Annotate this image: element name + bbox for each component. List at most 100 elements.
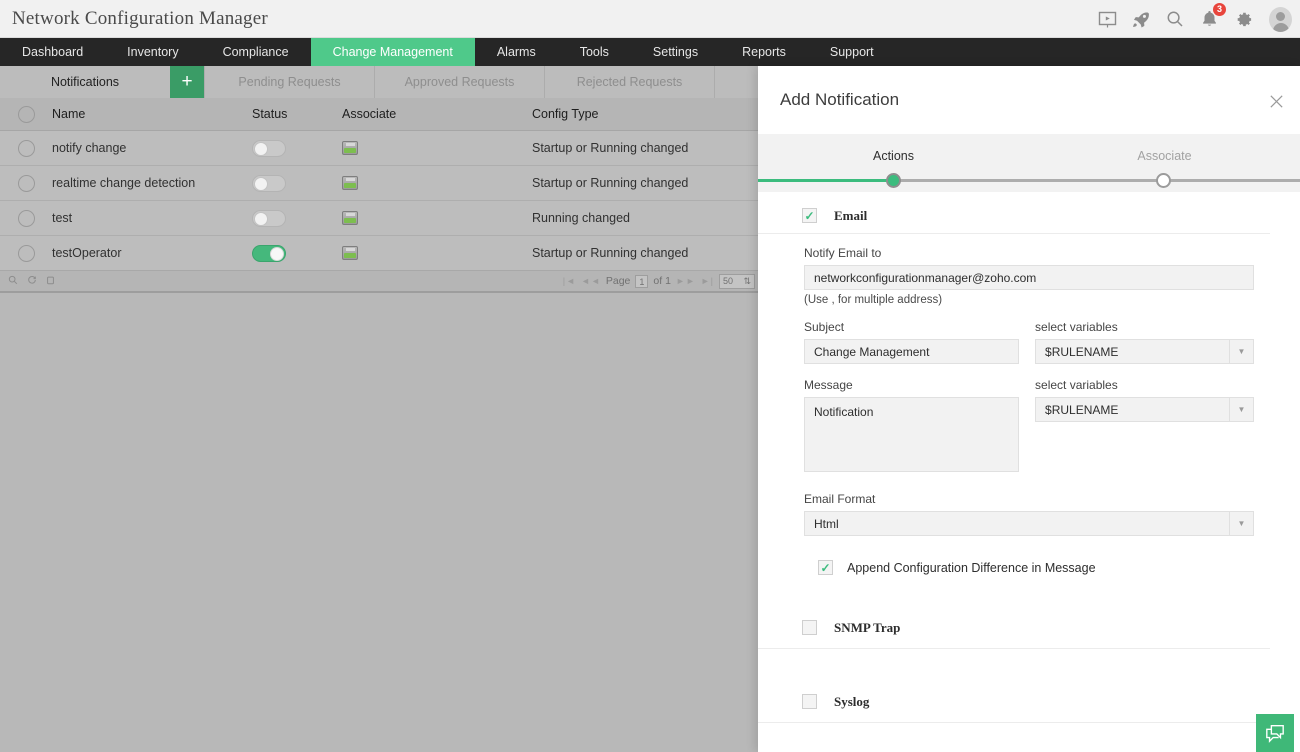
step-label-associate[interactable]: Associate [1029, 149, 1300, 163]
modal-body: ✓ Email Notify Email to networkconfigura… [758, 192, 1300, 752]
row-select-radio[interactable] [17, 139, 35, 157]
page-title: Network Configuration Manager [12, 7, 268, 29]
cell-associate [342, 246, 532, 260]
pagination-tools [8, 275, 55, 288]
syslog-checkbox[interactable]: ✓ [802, 694, 817, 709]
notification-badge: 3 [1213, 3, 1226, 16]
email-checkbox[interactable]: ✓ [802, 208, 817, 223]
snmp-section-header: ✓ SNMP Trap [758, 607, 1270, 649]
nav-item-support[interactable]: Support [808, 38, 896, 66]
message-row: Message Notification select variables $R… [804, 378, 1254, 472]
message-variables-group: select variables $RULENAME ▼ [1035, 378, 1254, 472]
pagination-next-button[interactable]: ►► [676, 276, 696, 286]
step-label-actions[interactable]: Actions [758, 149, 1029, 163]
cell-associate [342, 141, 532, 155]
nav-item-inventory[interactable]: Inventory [105, 38, 200, 66]
column-header-config-type[interactable]: Config Type [532, 107, 787, 121]
column-header-status[interactable]: Status [252, 107, 342, 121]
rocket-icon[interactable] [1131, 9, 1151, 29]
message-group: Message Notification [804, 378, 1020, 472]
pagination-of-label: of 1 [653, 275, 671, 287]
chevron-down-icon: ▼ [1229, 398, 1253, 421]
pagination-controls: |◄ ◄◄ Page 1 of 1 ►► ►| 50 ⇅ [563, 273, 755, 289]
close-icon[interactable] [1265, 90, 1287, 112]
app-header: Network Configuration Manager 3 [0, 0, 1300, 38]
modal-title: Add Notification [780, 90, 900, 109]
check-icon: ✓ [820, 560, 831, 575]
bell-icon[interactable]: 3 [1199, 3, 1226, 29]
row-select-radio[interactable] [17, 174, 35, 192]
device-icon[interactable] [342, 211, 358, 225]
toggle-knob [254, 141, 268, 156]
nav-item-compliance[interactable]: Compliance [201, 38, 311, 66]
add-tab-button[interactable]: + [170, 66, 205, 98]
tab-rejected-requests[interactable]: Rejected Requests [545, 66, 715, 98]
nav-item-dashboard[interactable]: Dashboard [0, 38, 105, 66]
notify-email-input[interactable]: networkconfigurationmanager@zoho.com [804, 265, 1254, 290]
tab-approved-requests[interactable]: Approved Requests [375, 66, 545, 98]
column-header-associate[interactable]: Associate [342, 107, 532, 121]
table-refresh-icon[interactable] [27, 275, 37, 288]
notify-email-label: Notify Email to [804, 246, 882, 260]
nav-item-reports[interactable]: Reports [720, 38, 808, 66]
row-select-radio[interactable] [17, 244, 35, 262]
modal-header: Add Notification [758, 66, 1300, 134]
pagination-page-label: Page [605, 275, 631, 287]
step-dot-associate[interactable] [1156, 173, 1171, 188]
row-select-radio[interactable] [17, 209, 35, 227]
chat-support-button[interactable] [1256, 714, 1294, 752]
row-select-cell [0, 244, 52, 262]
snmp-section-label: SNMP Trap [834, 619, 901, 635]
email-fields: Notify Email to networkconfigurationmana… [758, 234, 1300, 575]
message-variables-select[interactable]: $RULENAME ▼ [1035, 397, 1254, 422]
email-format-select[interactable]: Html ▼ [804, 511, 1254, 536]
subject-group: Subject Change Management [804, 320, 1020, 364]
gear-icon[interactable] [1233, 9, 1253, 29]
select-all-radio[interactable] [17, 105, 35, 123]
table-search-icon[interactable] [8, 275, 18, 288]
column-header-name[interactable]: Name [52, 107, 252, 121]
tab-pending-requests[interactable]: Pending Requests [205, 66, 375, 98]
status-toggle[interactable] [252, 139, 286, 157]
device-icon[interactable] [342, 176, 358, 190]
pagination-last-button[interactable]: ►| [701, 276, 714, 286]
table-delete-icon[interactable] [46, 275, 55, 288]
subject-label: Subject [804, 320, 845, 334]
status-toggle[interactable] [252, 209, 286, 227]
nav-item-settings[interactable]: Settings [631, 38, 720, 66]
cell-name: realtime change detection [52, 176, 196, 190]
email-format-value: Html [814, 516, 839, 531]
tab-notifications[interactable]: Notifications [0, 66, 170, 98]
device-icon[interactable] [342, 246, 358, 260]
chevron-down-icon: ⇅ [743, 275, 751, 286]
presentation-icon[interactable] [1097, 9, 1117, 29]
pagination-page-input[interactable]: 1 [635, 274, 649, 288]
row-select-cell [0, 139, 52, 157]
stepper-labels: Actions Associate [758, 134, 1300, 178]
cell-status [252, 244, 342, 262]
wizard-stepper: Actions Associate [758, 134, 1300, 192]
header-icon-group: 3 [1097, 0, 1292, 38]
step-dot-actions[interactable] [886, 173, 901, 188]
device-icon[interactable] [342, 141, 358, 155]
subject-input[interactable]: Change Management [804, 339, 1020, 364]
pagination-first-button[interactable]: |◄ [563, 276, 576, 286]
syslog-section-header: ✓ Syslog [758, 681, 1270, 723]
message-textarea[interactable]: Notification [804, 397, 1020, 472]
subject-variables-select[interactable]: $RULENAME ▼ [1035, 339, 1254, 364]
nav-item-change-management[interactable]: Change Management [310, 38, 475, 66]
status-toggle[interactable] [252, 244, 286, 262]
main-navigation: Dashboard Inventory Compliance Change Ma… [0, 38, 1300, 66]
pagination-prev-button[interactable]: ◄◄ [581, 276, 601, 286]
avatar[interactable] [1267, 6, 1292, 32]
append-diff-checkbox[interactable]: ✓ [818, 560, 833, 575]
page-size-select[interactable]: 50 ⇅ [719, 273, 755, 289]
app-root: Network Configuration Manager 3 Dashboar… [0, 0, 1300, 752]
nav-item-alarms[interactable]: Alarms [475, 38, 558, 66]
status-toggle[interactable] [252, 174, 286, 192]
message-variables-value: $RULENAME [1045, 402, 1119, 417]
snmp-checkbox[interactable]: ✓ [802, 620, 817, 635]
email-section-label: Email [834, 207, 868, 223]
nav-item-tools[interactable]: Tools [558, 38, 631, 66]
search-icon[interactable] [1165, 9, 1185, 29]
